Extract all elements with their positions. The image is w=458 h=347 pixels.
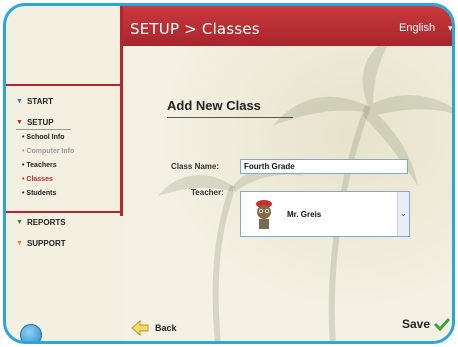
triangle-down-icon: ▼ (16, 119, 23, 126)
teacher-name: Mr. Greis (287, 210, 322, 219)
back-button[interactable]: Back (131, 320, 177, 336)
triangle-right-icon: ▼ (16, 98, 23, 105)
sidebar-item-setup[interactable]: ▼ SETUP (16, 118, 54, 127)
sidebar-subitem-computer-info[interactable]: • Computer Info (22, 148, 74, 155)
teacher-select[interactable]: Mr. Greis ⌄ (240, 191, 410, 237)
teacher-label: Teacher: (191, 188, 224, 197)
sidebar: ▼ START ▼ SETUP • School Info • Computer… (6, 86, 120, 336)
sidebar-item-start[interactable]: ▼ START (16, 97, 53, 106)
page-title: SETUP > Classes (130, 20, 260, 38)
form-title-rule (167, 117, 293, 118)
sidebar-subitem-school-info[interactable]: • School Info (22, 134, 65, 141)
sidebar-subitem-students[interactable]: • Students (22, 190, 56, 197)
sidebar-item-label: SETUP (26, 118, 54, 127)
sidebar-item-label: REPORTS (26, 218, 66, 227)
teacher-avatar-icon (256, 200, 272, 229)
main-content: Add New Class Class Name: Teacher: Mr. G… (123, 46, 452, 341)
back-arrow-icon (131, 320, 149, 336)
sidebar-item-reports[interactable]: ▼ REPORTS (16, 218, 66, 227)
class-name-input[interactable] (240, 159, 408, 174)
triangle-down-icon: ▼ (16, 219, 23, 226)
chevron-down-icon[interactable]: ⌄ (397, 192, 409, 236)
language-select[interactable]: English (399, 22, 435, 34)
app-window: SETUP > Classes English ▾ ▼ START ▼ SETU… (3, 3, 455, 344)
help-icon[interactable] (20, 324, 42, 341)
sidebar-item-support[interactable]: ▼ SUPPORT (16, 239, 66, 248)
sidebar-subitem-classes[interactable]: • Classes (22, 176, 53, 183)
sidebar-item-label: START (26, 97, 54, 106)
divider (16, 129, 71, 130)
save-label: Save (401, 317, 430, 331)
header-bar: SETUP > Classes English ▾ (122, 6, 452, 46)
chevron-down-icon[interactable]: ▾ (448, 23, 452, 34)
back-label: Back (155, 323, 177, 333)
triangle-down-icon: ▼ (16, 240, 23, 247)
sidebar-subitem-teachers[interactable]: • Teachers (22, 162, 57, 169)
sidebar-item-label: SUPPORT (26, 239, 66, 248)
class-name-label: Class Name: (171, 162, 220, 171)
checkmark-icon (434, 317, 450, 331)
save-button[interactable]: Save (402, 317, 450, 331)
form-title: Add New Class (167, 98, 261, 113)
